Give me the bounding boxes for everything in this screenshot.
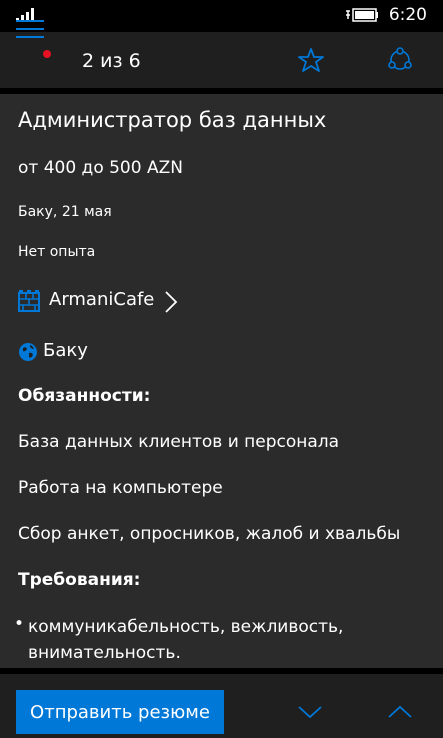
duties-heading: Обязанности: <box>18 386 151 406</box>
experience: Нет опыта <box>18 244 96 260</box>
app-bar <box>0 32 443 88</box>
location-date: Баку, 21 мая <box>18 204 112 220</box>
job-title: Администратор баз данных <box>18 108 327 132</box>
bullet: • <box>14 614 25 634</box>
status-bar: 6:20 <box>0 0 443 32</box>
send-resume-button[interactable]: Отправить резюме <box>16 690 224 734</box>
requirements-heading: Требования: <box>18 570 141 590</box>
duty-item: Работа на компьютере <box>18 478 223 498</box>
duty-item: Сбор анкет, опросников, жалоб и хвальбы <box>18 524 401 544</box>
notification-dot <box>43 50 51 58</box>
salary: от 400 до 500 AZN <box>18 158 183 178</box>
favorite-star-icon[interactable] <box>298 47 324 73</box>
city-name: Баку <box>43 340 88 361</box>
chevron-right-icon <box>165 291 178 313</box>
globe-icon <box>19 343 37 361</box>
chevron-up-icon[interactable] <box>387 704 413 720</box>
status-time: 6:20 <box>388 5 427 25</box>
share-icon[interactable] <box>386 46 414 74</box>
bottom-bar-inner: Отправить резюме <box>0 674 443 738</box>
hamburger-menu-icon[interactable] <box>16 16 48 42</box>
bottom-bar: Отправить резюме <box>0 668 443 738</box>
vacancy-counter: 2 из 6 <box>82 50 141 72</box>
building-icon <box>18 290 40 312</box>
company-name: ArmaniCafe <box>49 289 155 310</box>
city-link[interactable]: Баку <box>18 338 138 366</box>
duty-item: База данных клиентов и персонала <box>18 432 340 452</box>
job-details: Администратор баз данных от 400 до 500 A… <box>0 94 443 668</box>
requirement-item: коммуникабельность, вежливость, внимател… <box>28 617 344 663</box>
chevron-down-icon[interactable] <box>297 704 323 720</box>
company-link[interactable]: ArmaniCafe <box>18 286 218 316</box>
battery-charging-icon <box>346 8 378 22</box>
